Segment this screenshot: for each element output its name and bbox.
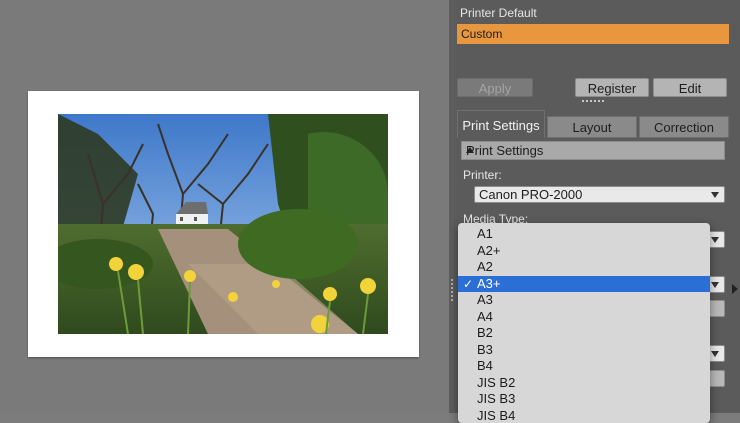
section-title: Print Settings [466, 143, 543, 158]
dropdown-option-jis-b4[interactable]: JIS B4 [458, 408, 710, 423]
printer-label: Printer: [463, 168, 502, 182]
tab-print-settings[interactable]: Print Settings [457, 110, 545, 138]
dropdown-option-jis-b3[interactable]: JIS B3 [458, 391, 710, 408]
printer-select-value: Canon PRO-2000 [479, 187, 582, 203]
dropdown-option-b3[interactable]: B3 [458, 342, 710, 359]
preset-printer-default[interactable]: Printer Default [460, 6, 537, 20]
chevron-down-icon [711, 192, 719, 198]
splitter-grip-handle[interactable] [450, 278, 454, 302]
chevron-down-icon [711, 282, 719, 288]
tab-layout[interactable]: Layout [547, 116, 637, 138]
dropdown-option-a3plus[interactable]: ✓ A3+ [458, 276, 710, 293]
chevron-down-icon [711, 237, 719, 243]
dropdown-option-a2plus[interactable]: A2+ [458, 243, 710, 260]
checkmark-icon: ✓ [463, 276, 473, 292]
register-button[interactable]: Register [575, 78, 649, 97]
dropdown-option-b4[interactable]: B4 [458, 358, 710, 375]
edit-button[interactable]: Edit [653, 78, 727, 97]
preset-custom[interactable]: Custom [457, 24, 729, 44]
dropdown-option-a1[interactable]: A1 [458, 226, 710, 243]
dropdown-option-b2[interactable]: B2 [458, 325, 710, 342]
paper-size-dropdown-list[interactable]: A1 A2+ A2 ✓ A3+ A3 A4 B2 B3 B4 JIS B2 JI… [458, 223, 710, 423]
preset-custom-label: Custom [461, 27, 502, 41]
printer-select[interactable]: Canon PRO-2000 [474, 186, 725, 203]
preview-photo [58, 114, 388, 334]
print-settings-section-header[interactable]: Print Settings [461, 141, 725, 160]
collapse-triangle-icon [466, 147, 474, 153]
dropdown-option-a2[interactable]: A2 [458, 259, 710, 276]
dropdown-option-a3[interactable]: A3 [458, 292, 710, 309]
dropdown-option-a4[interactable]: A4 [458, 309, 710, 326]
dropdown-option-jis-b2[interactable]: JIS B2 [458, 375, 710, 392]
expand-arrow-icon[interactable] [732, 284, 738, 294]
chevron-down-icon [711, 351, 719, 357]
paper-sheet-preview [28, 91, 419, 357]
tab-correction[interactable]: Correction [639, 116, 729, 138]
resize-handle-dots[interactable] [581, 99, 605, 103]
print-preview-area [0, 0, 448, 413]
garden-photo-image [58, 114, 388, 334]
apply-button[interactable]: Apply [457, 78, 533, 97]
